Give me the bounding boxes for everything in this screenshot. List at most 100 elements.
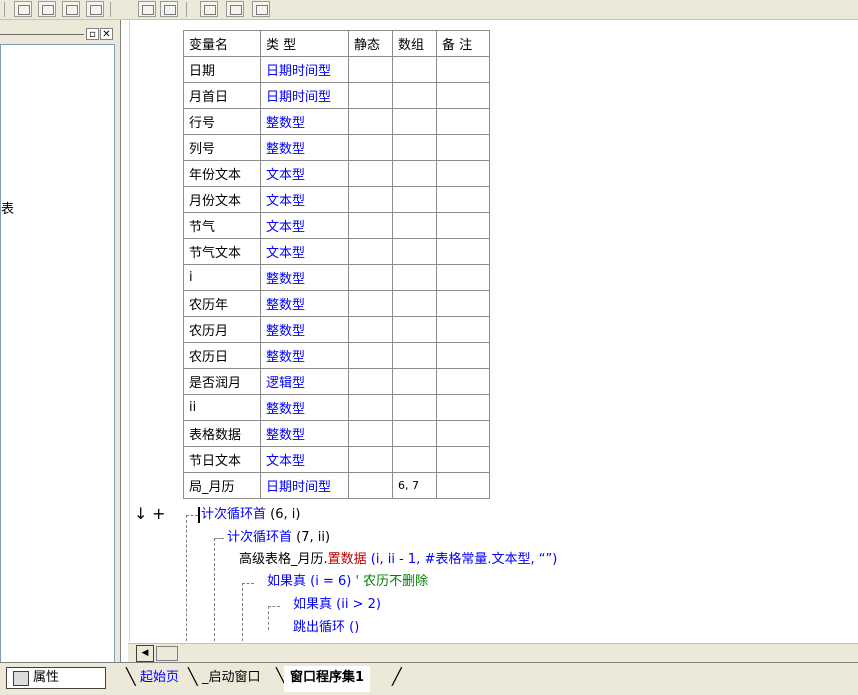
variable-array-cell[interactable] [392, 316, 437, 343]
variable-array-cell[interactable]: 6, 7 [392, 472, 437, 499]
variable-name-cell[interactable]: 是否润月 [183, 368, 261, 395]
expand-plus-icon[interactable]: + [152, 503, 165, 525]
panel-close-button[interactable]: ✕ [100, 28, 113, 40]
variable-static-cell[interactable] [348, 342, 393, 369]
variable-note-cell[interactable] [436, 186, 490, 213]
variable-note-cell[interactable] [436, 238, 490, 265]
variable-name-cell[interactable]: i [183, 264, 261, 291]
variable-array-cell[interactable] [392, 342, 437, 369]
variable-row[interactable]: 农历日 整数型 [183, 342, 490, 369]
variable-name-cell[interactable]: 日期 [183, 56, 261, 83]
variable-name-cell[interactable]: 年份文本 [183, 160, 261, 187]
align-grid-icon[interactable] [14, 1, 32, 17]
variable-static-cell[interactable] [348, 446, 393, 473]
variable-type-cell[interactable]: 整数型 [260, 264, 349, 291]
variable-type-cell[interactable]: 整数型 [260, 342, 349, 369]
variable-name-cell[interactable]: 节气 [183, 212, 261, 239]
variable-array-cell[interactable] [392, 290, 437, 317]
variable-static-cell[interactable] [348, 290, 393, 317]
variable-name-cell[interactable]: 局_月历 [183, 472, 261, 499]
code-line-loop-inner[interactable]: 计次循环首 (7, ii) [227, 527, 330, 549]
variable-array-cell[interactable] [392, 368, 437, 395]
variable-type-cell[interactable]: 日期时间型 [260, 82, 349, 109]
variable-type-cell[interactable]: 文本型 [260, 446, 349, 473]
panel-minimize-button[interactable]: ▫ [86, 28, 99, 40]
variable-row[interactable]: 行号 整数型 [183, 108, 490, 135]
variable-type-cell[interactable]: 逻辑型 [260, 368, 349, 395]
code-line-break-loop[interactable]: 跳出循环 () [293, 617, 359, 639]
scroll-left-button[interactable]: ◀ [136, 645, 154, 662]
same-width-icon[interactable] [200, 1, 218, 17]
scroll-thumb[interactable] [156, 646, 178, 661]
space-horizontal-icon[interactable] [138, 1, 156, 17]
variable-type-cell[interactable]: 整数型 [260, 108, 349, 135]
variable-row[interactable]: i 整数型 [183, 264, 490, 291]
variable-note-cell[interactable] [436, 108, 490, 135]
code-editor[interactable]: 变量名 类 型 静态 数组 备 注 日期 日期时间型 月首日 日期时间型 行号 整数型 列号… [120, 20, 858, 662]
code-line-set-data[interactable]: 高级表格_月历.置数据 (i, ii - 1, #表格常量.文本型, “”) [239, 549, 557, 571]
code-line-if-inner[interactable]: 如果真 (ii > 2) [293, 594, 381, 616]
run-arrow-icon[interactable]: ↓ [134, 503, 147, 525]
variable-row[interactable]: 农历年 整数型 [183, 290, 490, 317]
variable-array-cell[interactable] [392, 394, 437, 421]
variable-row[interactable]: 表格数据 整数型 [183, 420, 490, 447]
variable-type-cell[interactable]: 文本型 [260, 160, 349, 187]
variable-array-cell[interactable] [392, 212, 437, 239]
variable-note-cell[interactable] [436, 160, 490, 187]
same-height-icon[interactable] [226, 1, 244, 17]
variable-name-cell[interactable]: 农历日 [183, 342, 261, 369]
properties-tab[interactable]: 属性 [6, 667, 106, 689]
variable-array-cell[interactable] [392, 264, 437, 291]
variable-static-cell[interactable] [348, 186, 393, 213]
variable-note-cell[interactable] [436, 212, 490, 239]
variable-type-cell[interactable]: 文本型 [260, 238, 349, 265]
variable-note-cell[interactable] [436, 56, 490, 83]
variable-row[interactable]: 节气 文本型 [183, 212, 490, 239]
variable-type-cell[interactable]: 日期时间型 [260, 56, 349, 83]
variable-static-cell[interactable] [348, 238, 393, 265]
variable-row[interactable]: 节气文本 文本型 [183, 238, 490, 265]
variable-name-cell[interactable]: 列号 [183, 134, 261, 161]
variable-type-cell[interactable]: 整数型 [260, 394, 349, 421]
variable-static-cell[interactable] [348, 368, 393, 395]
variable-note-cell[interactable] [436, 342, 490, 369]
variable-row[interactable]: ii 整数型 [183, 394, 490, 421]
variable-name-cell[interactable]: ii [183, 394, 261, 421]
tab-startup-window[interactable]: _启动窗口 [196, 666, 267, 692]
variable-row[interactable]: 农历月 整数型 [183, 316, 490, 343]
variable-static-cell[interactable] [348, 394, 393, 421]
code-line-loop-outer[interactable]: 计次循环首 (6, i) [198, 504, 300, 526]
variable-name-cell[interactable]: 表格数据 [183, 420, 261, 447]
variable-name-cell[interactable]: 农历月 [183, 316, 261, 343]
variable-note-cell[interactable] [436, 368, 490, 395]
variable-static-cell[interactable] [348, 56, 393, 83]
variable-row[interactable]: 月首日 日期时间型 [183, 82, 490, 109]
variable-static-cell[interactable] [348, 160, 393, 187]
variable-array-cell[interactable] [392, 446, 437, 473]
variable-type-cell[interactable]: 日期时间型 [260, 472, 349, 499]
variable-array-cell[interactable] [392, 134, 437, 161]
same-size-icon[interactable] [252, 1, 270, 17]
variable-static-cell[interactable] [348, 316, 393, 343]
align-center-icon[interactable] [38, 1, 56, 17]
variable-static-cell[interactable] [348, 212, 393, 239]
variable-row[interactable]: 局_月历 日期时间型 6, 7 [183, 472, 490, 499]
variable-type-cell[interactable]: 整数型 [260, 316, 349, 343]
code-line-if-outer[interactable]: 如果真 (i = 6) ' 农历不删除 [267, 571, 428, 593]
variable-static-cell[interactable] [348, 108, 393, 135]
panel-tree-area[interactable]: 表 [0, 44, 115, 682]
variable-static-cell[interactable] [348, 82, 393, 109]
variable-array-cell[interactable] [392, 56, 437, 83]
variable-row[interactable]: 年份文本 文本型 [183, 160, 490, 187]
variable-static-cell[interactable] [348, 420, 393, 447]
variable-note-cell[interactable] [436, 290, 490, 317]
variable-type-cell[interactable]: 文本型 [260, 212, 349, 239]
variable-name-cell[interactable]: 节气文本 [183, 238, 261, 265]
variable-type-cell[interactable]: 整数型 [260, 290, 349, 317]
space-vertical-icon[interactable] [160, 1, 178, 17]
variable-array-cell[interactable] [392, 238, 437, 265]
variable-note-cell[interactable] [436, 134, 490, 161]
variable-array-cell[interactable] [392, 82, 437, 109]
variable-name-cell[interactable]: 行号 [183, 108, 261, 135]
variable-note-cell[interactable] [436, 394, 490, 421]
